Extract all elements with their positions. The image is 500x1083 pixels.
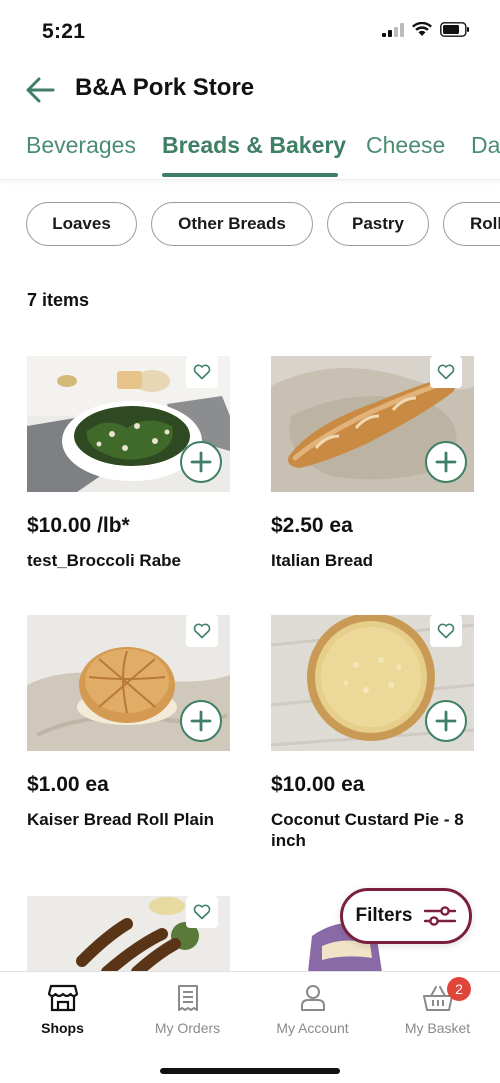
category-tabs: Beverages Breads & Bakery Cheese Da: [0, 124, 500, 180]
plus-icon: [435, 451, 457, 473]
tab-dairy[interactable]: Da: [471, 132, 500, 159]
nav-my-orders[interactable]: My Orders: [125, 972, 250, 1052]
back-arrow-icon: [26, 77, 55, 103]
active-tab-indicator: [162, 173, 338, 177]
plus-icon: [190, 710, 212, 732]
product-name[interactable]: Italian Bread: [271, 550, 471, 571]
product-price: $1.00 ea: [27, 773, 109, 796]
store-header: B&A Pork Store: [0, 62, 500, 118]
add-to-basket-button[interactable]: [180, 700, 222, 742]
nav-label: Shops: [41, 1020, 84, 1036]
nav-label: My Basket: [404, 1020, 471, 1036]
basket-count-badge: 2: [447, 977, 471, 1001]
back-button[interactable]: [22, 72, 58, 108]
heart-icon: [437, 623, 455, 639]
heart-icon: [193, 904, 211, 920]
receipt-icon: [177, 985, 198, 1011]
plus-icon: [435, 710, 457, 732]
product-price: $10.00 ea: [271, 773, 365, 796]
plus-icon: [190, 451, 212, 473]
subcategory-chips: Loaves Other Breads Pastry Roll: [0, 202, 500, 248]
status-time: 5:21: [42, 20, 86, 43]
home-indicator: [160, 1068, 340, 1074]
battery-icon: [440, 22, 469, 37]
nav-my-basket[interactable]: 2 My Basket: [375, 972, 500, 1052]
bottom-navigation: Shops My Orders My Account 2 My Basket: [0, 971, 500, 1083]
chip-pastry[interactable]: Pastry: [327, 202, 429, 246]
heart-icon: [437, 364, 455, 380]
status-bar: 5:21: [0, 0, 500, 60]
favorite-button[interactable]: [186, 896, 218, 928]
filters-label: Filters: [355, 905, 413, 926]
store-title: B&A Pork Store: [75, 74, 255, 101]
product-price: $10.00 /lb*: [27, 514, 130, 537]
signal-icon: [382, 22, 404, 37]
person-icon: [300, 985, 325, 1011]
product-name[interactable]: Coconut Custard Pie - 8 inch: [271, 809, 471, 851]
product-name[interactable]: Kaiser Bread Roll Plain: [27, 809, 227, 830]
items-count: 7 items: [27, 290, 90, 310]
add-to-basket-button[interactable]: [425, 441, 467, 483]
add-to-basket-button[interactable]: [180, 441, 222, 483]
chip-rolls[interactable]: Roll: [443, 202, 500, 246]
heart-icon: [193, 623, 211, 639]
wifi-icon: [412, 22, 432, 36]
nav-label: My Account: [276, 1020, 349, 1036]
chip-loaves[interactable]: Loaves: [26, 202, 137, 246]
favorite-button[interactable]: [430, 356, 462, 388]
favorite-button[interactable]: [430, 615, 462, 647]
add-to-basket-button[interactable]: [425, 700, 467, 742]
status-icons: [382, 22, 470, 37]
chip-other-breads[interactable]: Other Breads: [151, 202, 313, 246]
product-name[interactable]: test_Broccoli Rabe: [27, 550, 227, 571]
tab-breads-bakery[interactable]: Breads & Bakery: [162, 132, 346, 159]
tab-cheese[interactable]: Cheese: [366, 132, 445, 159]
favorite-button[interactable]: [186, 615, 218, 647]
nav-label: My Orders: [154, 1020, 221, 1036]
nav-my-account[interactable]: My Account: [250, 972, 375, 1052]
heart-icon: [193, 364, 211, 380]
storefront-icon: [47, 984, 78, 1012]
nav-shops[interactable]: Shops: [0, 972, 125, 1052]
sliders-icon: [423, 906, 456, 926]
favorite-button[interactable]: [186, 356, 218, 388]
product-price: $2.50 ea: [271, 514, 353, 537]
tab-beverages[interactable]: Beverages: [26, 132, 136, 159]
filters-button[interactable]: Filters: [340, 888, 472, 944]
